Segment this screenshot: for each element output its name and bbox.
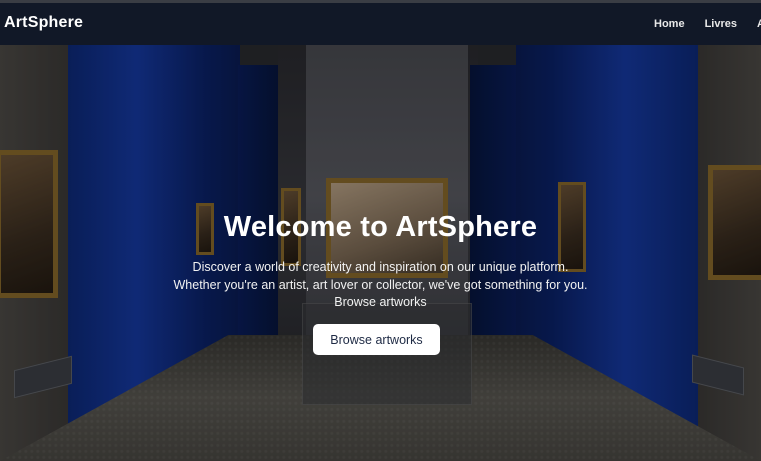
hero-section: Welcome to ArtSphere Discover a world of…	[0, 45, 761, 461]
nav-links: Home Livres Ab	[654, 18, 761, 30]
hero-subtitle-line-1: Discover a world of creativity and inspi…	[192, 260, 569, 274]
hero-title: Welcome to ArtSphere	[223, 211, 538, 243]
nav-link-home[interactable]: Home	[654, 18, 685, 30]
hero-subtitle-line-2: Whether you're an artist, art lover or c…	[173, 277, 588, 292]
hero-subtitle-line-3: Browse artworks	[334, 295, 427, 309]
hero-subtitle: Discover a world of creativity and inspi…	[0, 259, 761, 312]
nav-link-livres[interactable]: Livres	[705, 18, 737, 30]
hero-overlay	[0, 45, 761, 461]
brand-logo[interactable]: ArtSphere	[4, 14, 83, 32]
browse-artworks-button[interactable]: Browse artworks	[313, 324, 440, 355]
nav-link-about[interactable]: Ab	[757, 18, 761, 30]
navbar: ArtSphere Home Livres Ab	[0, 0, 761, 45]
